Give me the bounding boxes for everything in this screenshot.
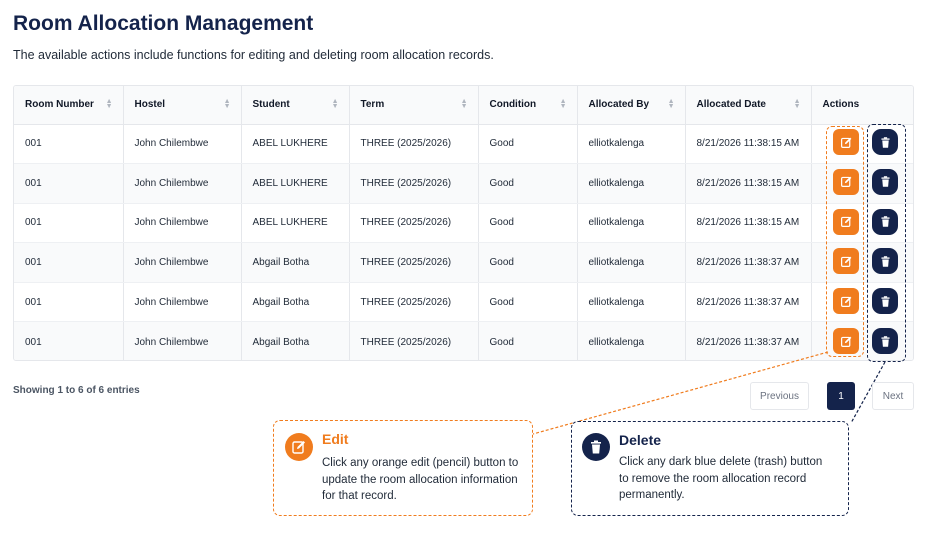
table-row: 001 John Chilembwe ABEL LUKHERE THREE (2025… [14,163,913,204]
sort-icon: ▲ ▼ [559,98,567,110]
cell-condition: Good [478,203,578,244]
edit-callout-title: Edit [322,431,349,447]
cell-condition: Good [478,321,578,360]
sort-icon: ▲ ▼ [223,98,231,110]
cell-room-number: 001 [14,282,124,323]
cell-term: THREE (2025/2026) [349,321,479,360]
cell-allocated-by: elliotkalenga [577,242,686,283]
cell-hostel: John Chilembwe [123,321,242,360]
table-row: 001 John Chilembwe ABEL LUKHERE THREE (2025… [14,124,913,165]
trash-icon [582,433,610,461]
cell-condition: Good [478,163,578,204]
sort-icon: ▲ ▼ [331,98,339,110]
cell-student: ABEL LUKHERE [241,163,350,204]
column-header-actions: Actions [811,86,913,125]
cell-condition: Good [478,124,578,165]
cell-room-number: 001 [14,124,124,165]
column-header-allocated-date[interactable]: Allocated Date ▲ ▼ [685,86,812,125]
cell-hostel: John Chilembwe [123,242,242,283]
cell-student: Abgail Botha [241,282,350,323]
cell-allocated-date: 8/21/2026 11:38:15 AM [685,124,812,165]
cell-allocated-by: elliotkalenga [577,163,686,204]
cell-condition: Good [478,282,578,323]
cell-hostel: John Chilembwe [123,203,242,244]
pagination-previous-button[interactable]: Previous [750,382,809,410]
cell-allocated-by: elliotkalenga [577,321,686,360]
edit-buttons-highlight [826,126,864,357]
table-row: 001 John Chilembwe ABEL LUKHERE THREE (2025… [14,203,913,244]
cell-student: Abgail Botha [241,321,350,360]
column-header-hostel[interactable]: Hostel ▲ ▼ [123,86,242,125]
cell-allocated-date: 8/21/2026 11:38:15 AM [685,163,812,204]
cell-allocated-date: 8/21/2026 11:38:37 AM [685,242,812,283]
cell-term: THREE (2025/2026) [349,282,479,323]
delete-buttons-highlight [867,124,906,362]
cell-allocated-by: elliotkalenga [577,124,686,165]
delete-callout-title: Delete [619,432,662,448]
cell-room-number: 001 [14,321,124,360]
edit-callout: Edit Click any orange edit (pencil) butt… [273,420,533,516]
entries-summary: Showing 1 to 6 of 6 entries [13,385,140,396]
delete-callout: Delete Click any dark blue delete (trash… [571,421,849,516]
table-header-row: Room Number ▲ ▼ Hostel ▲ ▼ Student ▲ ▼ Term ▲ ▼ … [14,86,913,125]
delete-callout-body: Click any dark blue delete (trash) butto… [619,456,823,501]
cell-student: Abgail Botha [241,242,350,283]
table-row: 001 John Chilembwe Abgail Botha THREE (2025… [14,242,913,283]
pencil-icon [285,433,313,461]
cell-hostel: John Chilembwe [123,124,242,165]
sort-icon: ▲ ▼ [667,98,675,110]
cell-student: ABEL LUKHERE [241,124,350,165]
cell-allocated-date: 8/21/2026 11:38:37 AM [685,321,812,360]
column-header-term[interactable]: Term ▲ ▼ [349,86,479,125]
cell-allocated-by: elliotkalenga [577,203,686,244]
pagination-next-button[interactable]: Next [872,382,914,410]
cell-term: THREE (2025/2026) [349,242,479,283]
column-header-room-number[interactable]: Room Number ▲ ▼ [14,86,124,125]
cell-term: THREE (2025/2026) [349,124,479,165]
sort-icon: ▲ ▼ [460,98,468,110]
cell-room-number: 001 [14,163,124,204]
cell-student: ABEL LUKHERE [241,203,350,244]
cell-allocated-date: 8/21/2026 11:38:15 AM [685,203,812,244]
cell-hostel: John Chilembwe [123,163,242,204]
page-description: The available actions include functions … [13,48,494,62]
page-title: Room Allocation Management [13,12,314,35]
cell-condition: Good [478,242,578,283]
pagination-page-1-button[interactable]: 1 [827,382,855,410]
cell-hostel: John Chilembwe [123,282,242,323]
cell-room-number: 001 [14,242,124,283]
cell-allocated-by: elliotkalenga [577,282,686,323]
column-header-student[interactable]: Student ▲ ▼ [241,86,350,125]
edit-callout-body: Click any orange edit (pencil) button to… [322,457,519,502]
table-row: 001 John Chilembwe Abgail Botha THREE (2025… [14,321,913,360]
column-header-condition[interactable]: Condition ▲ ▼ [478,86,578,125]
sort-icon: ▲ ▼ [793,98,801,110]
sort-icon: ▲ ▼ [105,98,113,110]
cell-term: THREE (2025/2026) [349,203,479,244]
cell-room-number: 001 [14,203,124,244]
cell-term: THREE (2025/2026) [349,163,479,204]
table-row: 001 John Chilembwe Abgail Botha THREE (2025… [14,282,913,323]
allocation-table: Room Number ▲ ▼ Hostel ▲ ▼ Student ▲ ▼ Term ▲ ▼ … [13,85,914,361]
cell-allocated-date: 8/21/2026 11:38:37 AM [685,282,812,323]
column-header-allocated-by[interactable]: Allocated By ▲ ▼ [577,86,686,125]
